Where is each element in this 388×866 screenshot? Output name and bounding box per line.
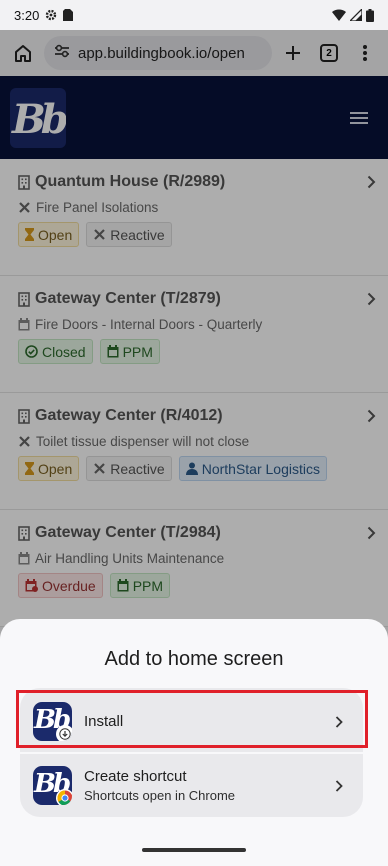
signal-icon xyxy=(350,9,362,21)
sim-card-icon xyxy=(63,9,74,21)
create-shortcut-sublabel: Shortcuts open in Chrome xyxy=(84,788,236,803)
app-icon: Bb xyxy=(33,766,72,805)
battery-icon xyxy=(366,8,374,22)
create-shortcut-option[interactable]: Bb Create shortcut Shortcuts open in Chr… xyxy=(20,754,363,817)
chrome-icon xyxy=(56,789,72,805)
sheet-title: Add to home screen xyxy=(104,648,284,670)
settings-gear-icon xyxy=(45,9,57,21)
status-bar: 3:20 xyxy=(0,0,388,30)
chevron-right-icon xyxy=(335,779,343,792)
status-time: 3:20 xyxy=(14,7,40,23)
wifi-icon xyxy=(332,9,346,21)
gesture-nav-handle[interactable] xyxy=(142,848,246,852)
create-shortcut-label: Create shortcut xyxy=(84,768,187,785)
install-highlight-box xyxy=(16,690,368,748)
